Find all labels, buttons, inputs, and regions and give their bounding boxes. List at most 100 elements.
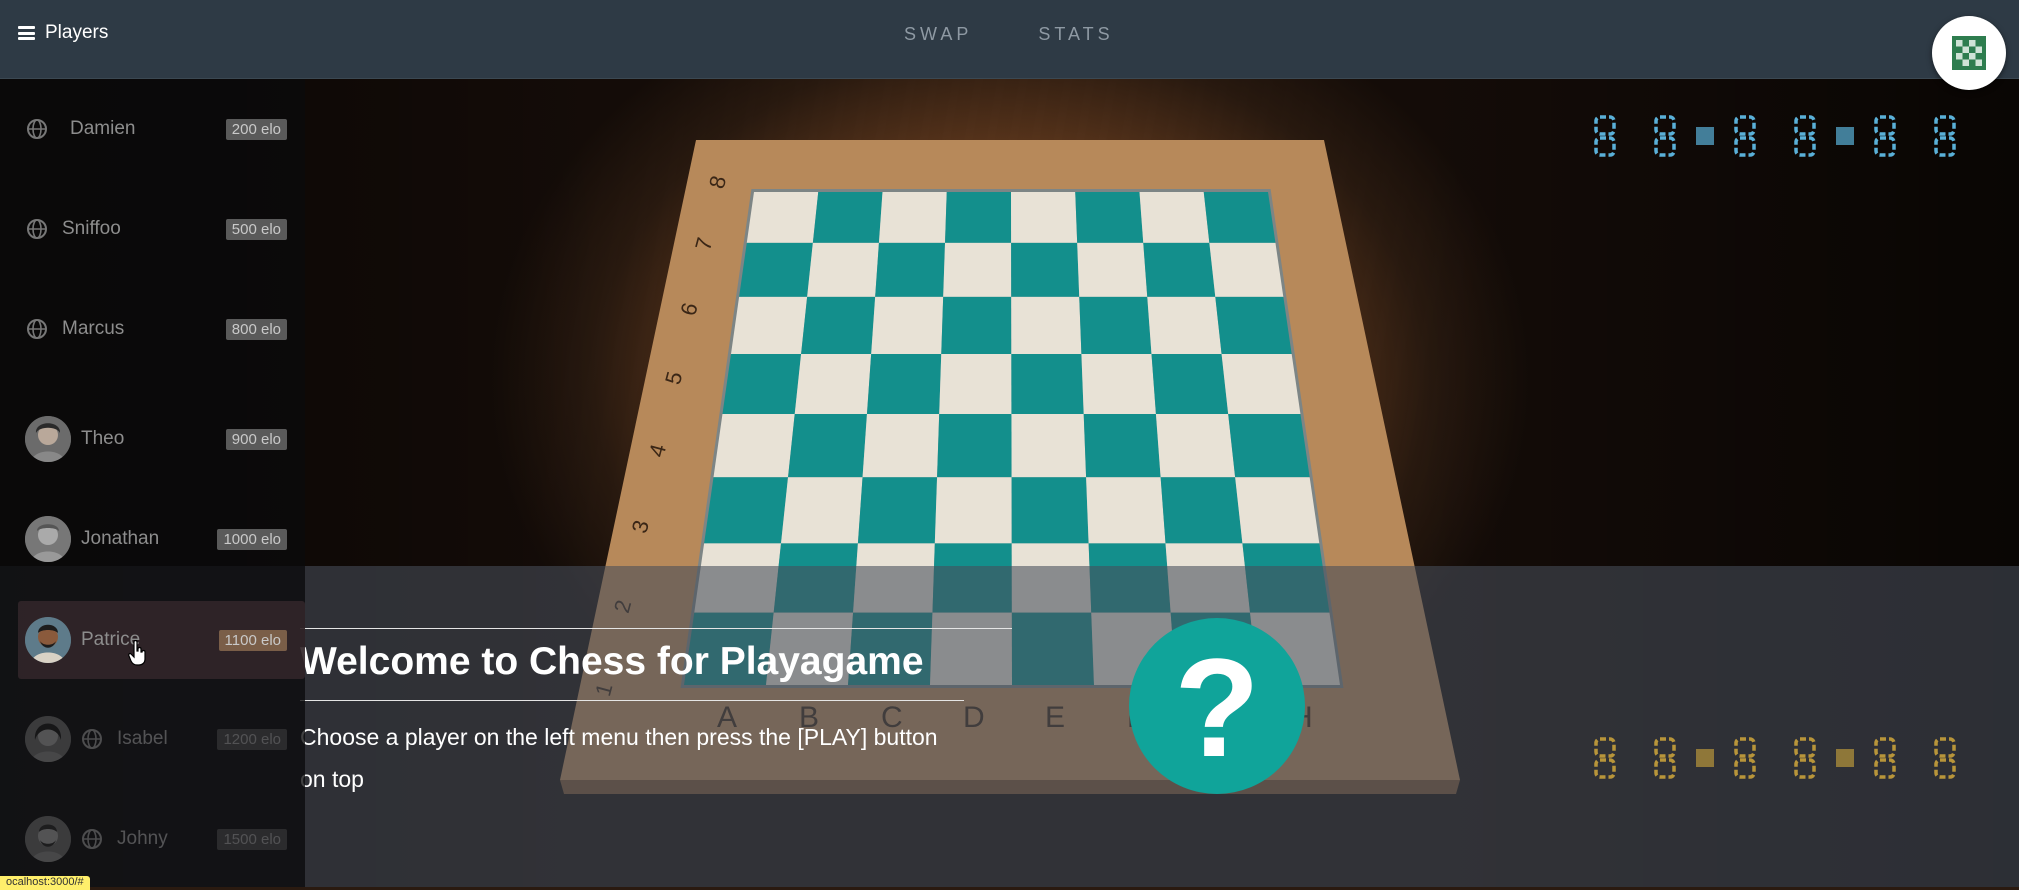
board-square[interactable] [1081,353,1156,415]
board-square[interactable] [1011,296,1082,354]
player-name: Marcus [62,318,125,339]
board-square[interactable] [1079,296,1152,354]
globe-icon [27,219,47,239]
clock-digit [1575,734,1635,782]
board-square[interactable] [1228,414,1310,478]
avatar [25,617,71,663]
clock-separator [1695,748,1715,768]
board-square[interactable] [794,353,872,415]
chessboard-logo-button[interactable] [1932,16,2006,90]
board-square[interactable] [1151,353,1229,415]
player-item-johny[interactable]: Johny 1500 elo [18,800,305,878]
board-square[interactable] [731,296,808,354]
board-square[interactable] [937,414,1012,478]
clock-digit [1855,112,1915,160]
player-item-isabel[interactable]: Isabel 1200 elo [18,700,305,778]
board-square[interactable] [1011,242,1080,297]
board-square[interactable] [1209,242,1284,297]
board-square[interactable] [704,477,789,544]
avatar [25,516,71,562]
board-square[interactable] [1011,477,1089,544]
clock-separator [1835,748,1855,768]
clock-digit [1915,734,1975,782]
player-name: Damien [70,118,136,139]
nav-stats[interactable]: STATS [1038,24,1113,45]
board-square[interactable] [862,414,940,478]
player-item-marcus[interactable]: Marcus 800 elo [18,290,305,368]
board-square[interactable] [857,477,938,544]
player-elo-badge: 1100 elo [218,629,287,651]
board-square[interactable] [1235,477,1320,544]
board-square[interactable] [1086,477,1166,544]
board-square[interactable] [1221,353,1301,415]
board-square[interactable] [1075,192,1144,243]
board-square[interactable] [1155,414,1236,478]
board-square[interactable] [866,353,942,415]
divider [300,700,964,701]
board-square[interactable] [807,242,879,297]
divider [300,628,1012,629]
avatar [25,816,71,862]
top-nav: SWAP STATS [904,24,1114,45]
clock-separator [1835,126,1855,146]
question-mark-icon: ? [1174,629,1260,786]
avatar [25,716,71,762]
board-square[interactable] [1203,192,1276,243]
player-elo-badge: 1500 elo [217,828,287,850]
board-square[interactable] [739,242,813,297]
board-square[interactable] [934,477,1012,544]
status-bar-url: ocalhost:3000/# [0,876,90,890]
player-item-patrice[interactable]: Patrice 1100 elo [18,601,305,679]
board-square[interactable] [1143,242,1216,297]
hand-cursor-icon [128,640,146,666]
board-square[interactable] [875,242,946,297]
board-square[interactable] [1077,242,1148,297]
board-square[interactable] [812,192,883,243]
chessboard-icon [1952,36,1986,70]
board-square[interactable] [1011,353,1084,415]
board-square[interactable] [722,353,802,415]
hamburger-icon [18,26,35,40]
globe-icon [82,729,102,749]
board-square[interactable] [878,192,947,243]
board-square[interactable] [1147,296,1222,354]
player-elo-badge: 1000 elo [217,528,287,550]
players-menu-button[interactable]: Players [18,22,108,44]
board-square[interactable] [1011,192,1078,243]
bottom-player-clock [1575,734,1975,782]
board-square[interactable] [788,414,867,478]
clock-digit [1715,734,1775,782]
board-square[interactable] [1139,192,1210,243]
board-square[interactable] [871,296,944,354]
board-square[interactable] [781,477,863,544]
board-square[interactable] [945,192,1012,243]
player-name: Johny [117,828,168,849]
clock-separator [1695,126,1715,146]
player-elo-badge: 500 elo [225,218,287,240]
players-sidebar: Damien 200 elo Sniffoo 500 elo Marcus 80… [0,78,305,887]
globe-icon [27,119,47,139]
player-item-theo[interactable]: Theo 900 elo [18,400,305,478]
player-item-jonathan[interactable]: Jonathan 1000 elo [18,500,305,578]
help-button[interactable]: ? [1129,618,1305,794]
board-square[interactable] [1083,414,1161,478]
player-elo-badge: 200 elo [225,118,287,140]
board-square[interactable] [713,414,795,478]
player-item-damien[interactable]: Damien 200 elo [18,90,305,168]
player-name: Sniffoo [62,218,121,239]
board-square[interactable] [1160,477,1243,544]
board-square[interactable] [939,353,1012,415]
clock-digit [1855,734,1915,782]
nav-swap[interactable]: SWAP [904,24,972,45]
player-item-sniffoo[interactable]: Sniffoo 500 elo [18,190,305,268]
board-square[interactable] [941,296,1012,354]
board-square[interactable] [1011,414,1087,478]
board-square[interactable] [746,192,819,243]
players-menu-label: Players [45,22,109,43]
clock-digit [1775,112,1835,160]
clock-digit [1635,734,1695,782]
board-square[interactable] [943,242,1012,297]
board-square[interactable] [801,296,876,354]
welcome-title: Welcome to Chess for Playagame [300,640,924,683]
board-square[interactable] [1215,296,1292,354]
